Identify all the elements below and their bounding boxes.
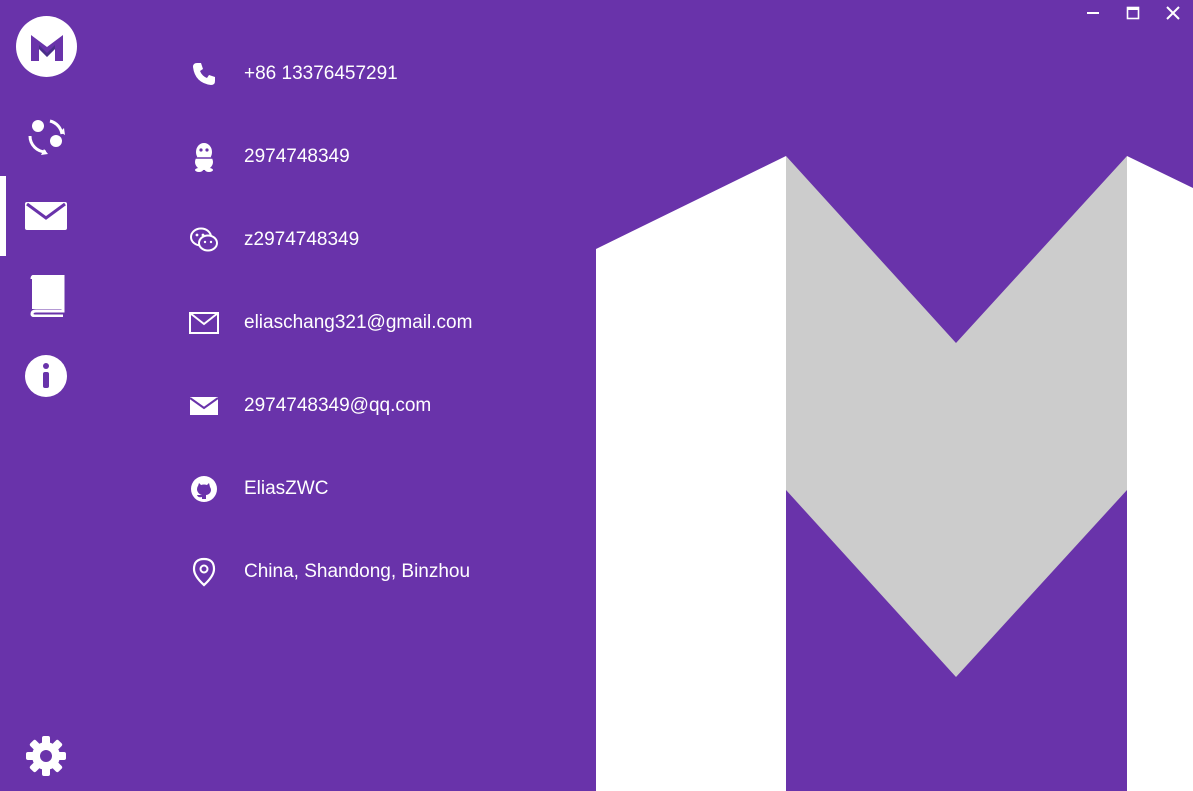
sidebar [0,0,92,791]
contact-gmail[interactable]: eliaschang321@gmail.com [176,281,596,364]
minimize-button[interactable] [1073,0,1113,26]
close-button[interactable] [1153,0,1193,26]
contact-wechat[interactable]: z2974748349 [176,198,596,281]
github-icon [176,473,232,505]
sidebar-item-settings[interactable] [0,716,92,791]
envelope-filled-icon [176,390,232,422]
sidebar-item-docs[interactable] [0,256,92,336]
gear-icon [26,736,66,776]
active-indicator [0,176,6,256]
contact-phone-text: +86 13376457291 [244,62,398,84]
contact-location[interactable]: China, Shandong, Binzhou [176,530,596,613]
sidebar-item-contact[interactable] [0,176,92,256]
contact-gmail-text: eliaschang321@gmail.com [244,311,473,333]
contact-qq[interactable]: 2974748349 [176,115,596,198]
app-logo[interactable] [16,16,77,77]
contact-github[interactable]: EliasZWC [176,447,596,530]
contact-qq-mail-text: 2974748349@qq.com [244,394,432,416]
wechat-icon [176,224,232,256]
contact-wechat-text: z2974748349 [244,228,360,250]
close-icon [1166,6,1180,20]
minimize-icon [1087,12,1099,14]
contact-location-text: China, Shandong, Binzhou [244,560,471,582]
sidebar-item-about[interactable] [0,336,92,416]
envelope-outline-icon [176,307,232,339]
contact-qq-mail[interactable]: 2974748349@qq.com [176,364,596,447]
mail-icon [25,202,67,230]
share-icon [28,119,65,155]
app-logo-icon [30,34,63,61]
location-pin-icon [176,556,232,588]
phone-icon [176,58,232,90]
book-icon [30,275,65,317]
contact-github-text: EliasZWC [244,477,329,499]
app-window: +86 13376457291 2974748349 z2974748349 e… [0,0,1193,791]
sidebar-item-share[interactable] [0,96,92,176]
maximize-button[interactable] [1113,0,1153,26]
info-icon [25,355,67,397]
contact-qq-text: 2974748349 [244,145,350,167]
window-controls [1073,0,1193,26]
qq-penguin-icon [176,141,232,173]
contact-phone[interactable]: +86 13376457291 [176,32,596,115]
m-left-stroke [596,156,786,791]
m-center-chevron [786,156,1127,677]
maximize-icon [1126,6,1140,20]
m-right-stroke [1127,156,1193,791]
